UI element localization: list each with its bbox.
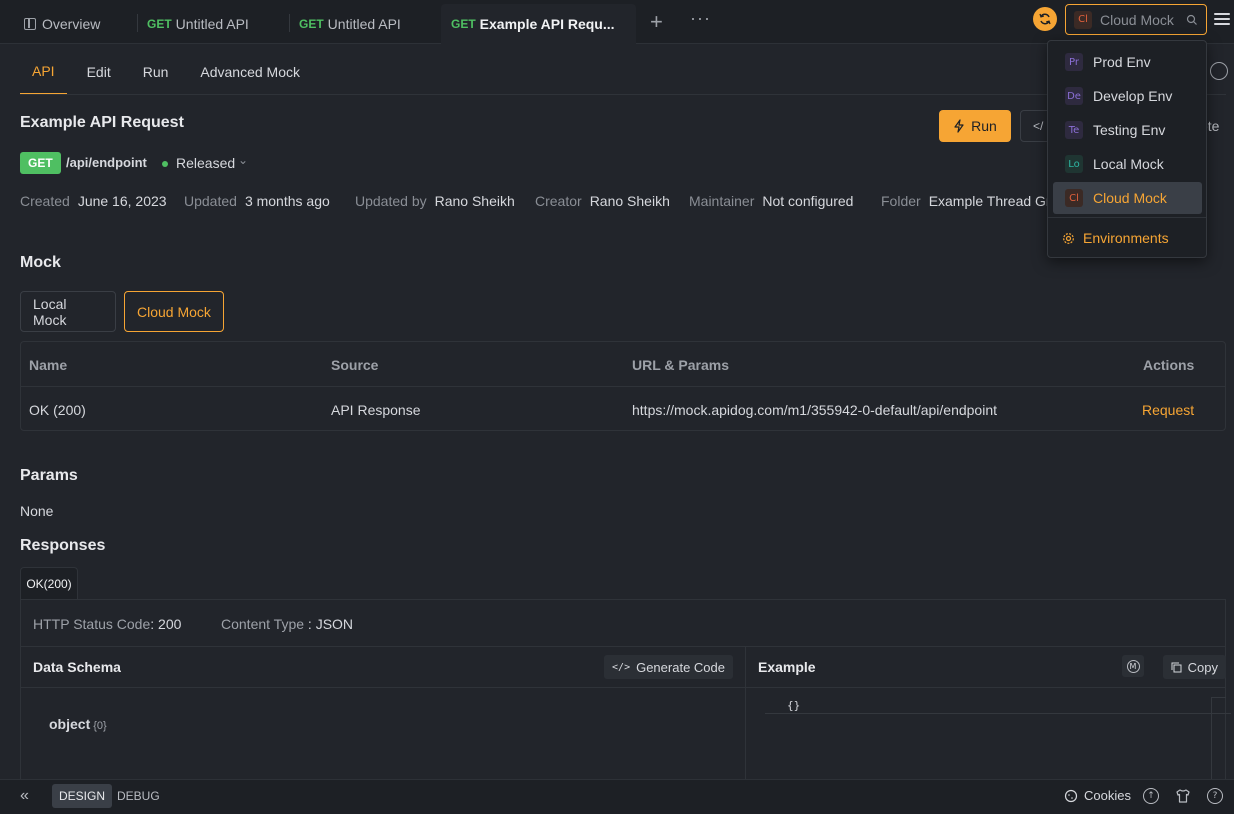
status-select[interactable]: Released	[176, 155, 235, 171]
hamburger-menu-icon[interactable]	[1214, 10, 1230, 26]
generate-code-button[interactable]: </> Generate Code	[604, 655, 733, 679]
code-icon: </	[1033, 119, 1044, 133]
add-tab-button[interactable]: +	[650, 11, 663, 33]
env-badge: Cl	[1074, 10, 1092, 29]
meta-updated-by: Updated by Rano Sheikh	[355, 193, 515, 209]
search-icon	[1186, 14, 1197, 25]
copy-icon	[1171, 662, 1182, 672]
tab-untitled-api-1[interactable]: GET Untitled API	[137, 4, 259, 44]
subtabs-divider	[20, 94, 1226, 95]
design-mode-button[interactable]: DESIGN	[52, 784, 113, 808]
env-option-develop[interactable]: De Develop Env	[1053, 80, 1202, 112]
run-button[interactable]: Run	[939, 110, 1011, 142]
column-header-actions: Actions	[1143, 357, 1195, 373]
bottom-bar	[0, 779, 1234, 814]
mock-section-title: Mock	[20, 254, 61, 271]
env-badge: De	[1065, 87, 1083, 105]
env-option-prod[interactable]: Pr Prod Env	[1053, 46, 1202, 78]
example-code-editor[interactable]: {}	[765, 698, 1234, 780]
code-line: {}	[765, 698, 1231, 714]
environments-link[interactable]: Environments	[1062, 230, 1169, 246]
column-header-name: Name	[29, 357, 68, 373]
api-subtabs: API Edit Run Advanced Mock	[20, 48, 320, 95]
row-source: API Response	[331, 402, 421, 418]
copy-button[interactable]: Copy	[1162, 655, 1226, 679]
schema-root[interactable]: object {0}	[49, 716, 107, 732]
chevron-down-icon[interactable]: ⌄	[238, 153, 248, 167]
row-name: OK (200)	[29, 402, 86, 418]
env-badge: Cl	[1065, 189, 1083, 207]
column-header-source: Source	[331, 357, 379, 373]
request-link[interactable]: Request	[1142, 402, 1194, 418]
help-icon[interactable]: ?	[1207, 788, 1223, 804]
tab-untitled-api-2[interactable]: GET Untitled API	[289, 4, 411, 44]
example-header: Example M Copy	[745, 647, 1226, 688]
content-type: Content Type : JSON	[221, 616, 354, 632]
sync-icon	[1039, 13, 1051, 25]
environment-select[interactable]: Cl Cloud Mock	[1065, 4, 1207, 35]
code-scrollbar[interactable]	[1211, 697, 1226, 779]
gear-icon	[1063, 232, 1074, 244]
cookie-icon	[1064, 789, 1078, 802]
shirt-icon[interactable]	[1175, 788, 1191, 804]
mock-tab-cloud[interactable]: Cloud Mock	[124, 291, 224, 332]
response-panel: HTTP Status Code: 200 Content Type : JSO…	[20, 599, 1231, 780]
params-none: None	[20, 503, 54, 519]
status-dot	[162, 161, 168, 167]
env-badge: Lo	[1065, 155, 1083, 173]
params-section-title: Params	[20, 467, 78, 484]
subtab-run[interactable]: Run	[131, 48, 181, 95]
meta-folder: Folder Example Thread Gro	[881, 193, 1051, 209]
data-schema-title: Data Schema	[33, 659, 121, 675]
response-tab-ok-200[interactable]: OK(200)	[20, 567, 78, 600]
subtab-edit[interactable]: Edit	[75, 48, 123, 95]
mock-m-button[interactable]: M	[1122, 655, 1144, 677]
column-header-url: URL & Params	[632, 357, 730, 373]
env-option-cloud-mock[interactable]: Cl Cloud Mock	[1053, 182, 1202, 214]
panel-divider	[745, 688, 746, 780]
sync-button[interactable]	[1033, 7, 1057, 31]
meta-creator: Creator Rano Sheikh	[535, 193, 670, 209]
overview-icon	[24, 18, 36, 30]
env-badge: Pr	[1065, 53, 1083, 71]
env-option-local-mock[interactable]: Lo Local Mock	[1053, 148, 1202, 180]
upload-icon[interactable]: ↑	[1143, 788, 1159, 804]
tab-overview[interactable]: Overview	[14, 4, 110, 44]
debug-mode-button[interactable]: DEBUG	[110, 784, 167, 808]
code-icon: </>	[612, 661, 631, 673]
environment-dropdown: Pr Prod Env De Develop Env Te Testing En…	[1047, 40, 1207, 258]
http-status-code: HTTP Status Code: 200	[33, 616, 182, 632]
environment-value: Cloud Mock	[1100, 11, 1174, 28]
subtab-advanced-mock[interactable]: Advanced Mock	[188, 48, 312, 95]
lightning-icon	[954, 119, 964, 133]
more-tabs-button[interactable]: ···	[690, 8, 711, 29]
meta-created: Created June 16, 2023	[20, 193, 167, 209]
meta-updated: Updated 3 months ago	[184, 193, 330, 209]
table-header-row	[21, 342, 1225, 387]
mock-tab-local[interactable]: Local Mock	[20, 291, 116, 332]
m-icon: M	[1126, 659, 1140, 673]
tab-example-api-request[interactable]: GET Example API Requ...	[441, 4, 636, 44]
endpoint-path: /api/endpoint	[66, 155, 147, 170]
data-schema-header: Data Schema </> Generate Code	[21, 647, 745, 688]
dropdown-divider	[1048, 217, 1206, 218]
subtab-api[interactable]: API	[20, 48, 67, 95]
responses-section-title: Responses	[20, 537, 106, 554]
cookies-button[interactable]: Cookies	[1064, 788, 1131, 803]
mock-table: Name Source URL & Params Actions OK (200…	[20, 341, 1226, 431]
api-title: Example API Request	[20, 114, 184, 131]
env-option-testing[interactable]: Te Testing Env	[1053, 114, 1202, 146]
meta-maintainer: Maintainer Not configured	[689, 193, 854, 209]
method-badge: GET	[20, 152, 61, 174]
row-url[interactable]: https://mock.apidog.com/m1/355942-0-defa…	[632, 402, 997, 418]
env-badge: Te	[1065, 121, 1083, 139]
history-icon[interactable]	[1210, 62, 1228, 80]
collapse-sidebar-icon[interactable]: «	[20, 787, 29, 805]
example-title: Example	[758, 659, 816, 675]
